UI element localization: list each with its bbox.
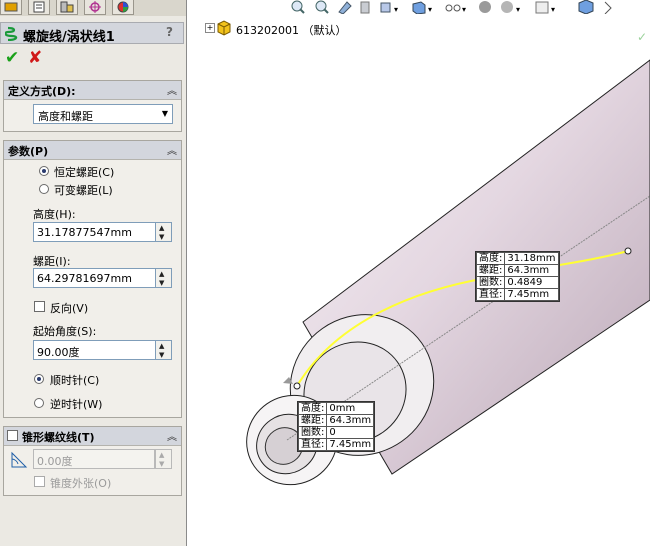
height-label: 高度(H):: [33, 208, 76, 221]
taper-group: 锥形螺纹线(T) ︽ 0.00度 ▲ ▼ 锥度外张(O): [3, 426, 182, 496]
definition-select-value: 高度和螺距: [38, 110, 93, 123]
start-angle-label: 起始角度(S):: [33, 325, 97, 338]
tab-dimxpert[interactable]: [84, 0, 106, 15]
callout-label: 圈数:: [297, 426, 328, 439]
collapse-chevron-icon[interactable]: ︽: [167, 82, 177, 97]
helix-end-callout: 高度: 31.18mm 螺距: 64.3mm 圈数: 0.4849 直径: 7.45mm: [475, 251, 560, 302]
callout-value[interactable]: 7.45mm: [326, 438, 375, 451]
taper-angle-value: 0.00度: [37, 455, 73, 468]
counterclockwise-radio[interactable]: [34, 398, 44, 408]
variable-pitch-radio[interactable]: [39, 184, 49, 194]
configuration-icon: [60, 1, 74, 13]
parameters-group: 参数(P) ︽ 恒定螺距(C) 可变螺距(L) 高度(H): 31.178775…: [3, 140, 182, 418]
property-manager: 螺旋线/涡状线1 ? ✔ ✘ 定义方式(D): ︽ 高度和螺距 ▼ 参数(P) …: [0, 0, 187, 546]
callout-value[interactable]: 64.3mm: [326, 414, 375, 427]
property-manager-icon: [33, 1, 45, 13]
height-field[interactable]: 31.17877547mm: [33, 222, 172, 242]
callout-value[interactable]: 7.45mm: [504, 288, 559, 301]
help-button[interactable]: ?: [166, 25, 173, 39]
helix-feature-icon: [5, 26, 18, 41]
taper-angle-field[interactable]: 0.00度: [33, 449, 155, 469]
definition-header-label: 定义方式(D):: [8, 85, 76, 98]
callout-value[interactable]: 0.4849: [504, 276, 559, 289]
collapse-chevron-icon[interactable]: ︽: [167, 142, 177, 157]
graphics-viewport[interactable]: ▾ ▾ ▾ ▾ ▾ + 613202001 （默认） ✓ 高度: 31.18mm…: [187, 0, 650, 546]
start-angle-spinner[interactable]: ▲ ▼: [155, 340, 172, 360]
chevron-down-icon: ▼: [161, 109, 168, 118]
cancel-button[interactable]: ✘: [28, 48, 42, 68]
variable-pitch-label: 可变螺距(L): [54, 184, 113, 197]
reverse-label: 反向(V): [50, 302, 89, 315]
definition-group: 定义方式(D): ︽ 高度和螺距 ▼: [3, 80, 182, 132]
callout-value[interactable]: 0: [326, 426, 375, 439]
constant-pitch-radio[interactable]: [39, 166, 49, 176]
tab-property-manager[interactable]: [28, 0, 50, 15]
callout-label: 螺距:: [475, 264, 506, 277]
definition-select[interactable]: 高度和螺距 ▼: [33, 104, 173, 124]
tab-display-manager[interactable]: [112, 0, 134, 15]
pitch-value: 64.29781697mm: [37, 272, 132, 285]
callout-label: 直径:: [297, 438, 328, 451]
appearance-icon: [117, 1, 129, 13]
taper-checkbox[interactable]: [7, 430, 18, 441]
part-model[interactable]: [187, 0, 650, 546]
collapse-chevron-icon[interactable]: ︽: [167, 428, 177, 443]
feature-title-bar: 螺旋线/涡状线1 ?: [0, 22, 184, 45]
reverse-checkbox[interactable]: [34, 301, 45, 312]
callout-label: 圈数:: [475, 276, 506, 289]
pitch-field[interactable]: 64.29781697mm: [33, 268, 172, 288]
start-angle-value: 90.00度: [37, 346, 80, 359]
callout-value[interactable]: 31.18mm: [504, 252, 559, 265]
helix-start-callout: 高度: 0mm 螺距: 64.3mm 圈数: 0 直径: 7.45mm: [297, 401, 376, 452]
definition-group-header[interactable]: 定义方式(D): ︽: [4, 81, 181, 100]
parameters-header-label: 参数(P): [8, 145, 49, 158]
taper-outward-checkbox[interactable]: [34, 476, 45, 487]
manager-tabs: [0, 0, 186, 16]
taper-outward-label: 锥度外张(O): [50, 477, 112, 490]
callout-value[interactable]: 0mm: [326, 402, 375, 415]
tab-configuration-manager[interactable]: [56, 0, 78, 15]
clockwise-radio[interactable]: [34, 374, 44, 384]
callout-label: 螺距:: [297, 414, 328, 427]
pitch-spinner[interactable]: ▲ ▼: [155, 268, 172, 288]
callout-label: 直径:: [475, 288, 506, 301]
callout-value[interactable]: 64.3mm: [504, 264, 559, 277]
height-spinner[interactable]: ▲ ▼: [155, 222, 172, 242]
callout-label: 高度:: [297, 402, 328, 415]
start-angle-field[interactable]: 90.00度: [33, 340, 172, 360]
counterclockwise-label: 逆时针(W): [50, 398, 103, 411]
ok-button[interactable]: ✔: [5, 48, 19, 68]
taper-header-label: 锥形螺纹线(T): [22, 431, 95, 444]
page-title: 螺旋线/涡状线1: [23, 30, 115, 45]
feature-tree-icon: [4, 2, 18, 12]
taper-angle-icon: [11, 451, 28, 468]
tab-feature-manager[interactable]: [0, 0, 22, 15]
taper-group-header[interactable]: 锥形螺纹线(T) ︽: [4, 427, 181, 446]
callout-label: 高度:: [475, 252, 506, 265]
crosshair-icon: [89, 1, 101, 13]
taper-angle-spinner[interactable]: ▲ ▼: [155, 449, 172, 469]
parameters-group-header[interactable]: 参数(P) ︽: [4, 141, 181, 160]
clockwise-label: 顺时针(C): [50, 374, 100, 387]
constant-pitch-label: 恒定螺距(C): [54, 166, 115, 179]
pitch-label: 螺距(I):: [33, 255, 71, 268]
height-value: 31.17877547mm: [37, 226, 132, 239]
